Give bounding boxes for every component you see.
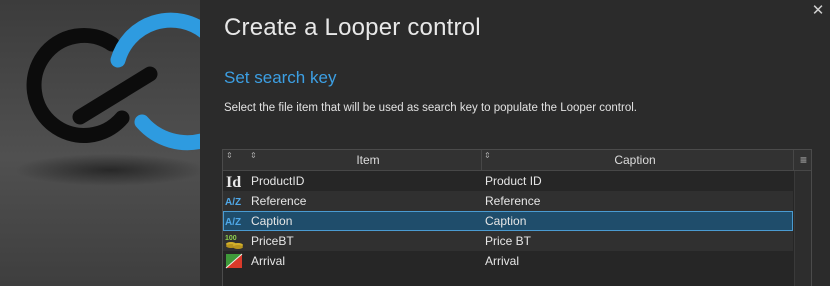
caption-cell: Product ID: [485, 174, 542, 188]
date-icon: [225, 253, 245, 269]
svg-text:Id: Id: [226, 174, 241, 189]
item-cell: PriceBT: [251, 234, 294, 248]
file-items-table[interactable]: ⇕ ⇕ Item ⇕ Caption ≡ Id ProductID Produc…: [222, 149, 812, 286]
column-divider[interactable]: [481, 150, 482, 170]
looper-illustration: [0, 0, 200, 286]
column-menu-icon[interactable]: ≡: [800, 151, 807, 169]
alpha-icon: A/Z: [225, 193, 245, 209]
column-header-item[interactable]: Item: [251, 150, 485, 170]
item-cell: Arrival: [251, 254, 286, 268]
caption-cell: Reference: [485, 194, 541, 208]
looper-logo-icon: [15, 12, 200, 186]
caption-cell: Price BT: [485, 234, 532, 248]
table-row[interactable]: Arrival Arrival: [223, 251, 793, 271]
svg-text:100: 100: [225, 235, 237, 242]
sort-icon[interactable]: ⇕: [226, 151, 233, 160]
caption-cell: Caption: [485, 214, 527, 228]
close-button[interactable]: ✕: [809, 2, 827, 20]
column-header-caption[interactable]: Caption: [485, 150, 785, 170]
item-cell: Reference: [251, 194, 307, 208]
step-title: Set search key: [224, 68, 337, 87]
item-cell: ProductID: [251, 174, 305, 188]
currency-icon: 100: [225, 233, 245, 249]
dialog-title: Create a Looper control: [224, 14, 481, 41]
id-icon: Id: [225, 173, 245, 191]
alpha-icon: A/Z: [225, 213, 245, 229]
table-row[interactable]: Id ProductID Product ID: [223, 171, 793, 191]
table-row[interactable]: 100 PriceBT Price BT: [223, 231, 793, 251]
svg-text:A/Z: A/Z: [225, 217, 241, 228]
close-icon[interactable]: ✕: [812, 2, 825, 19]
table-row[interactable]: A/Z Caption Caption: [223, 211, 793, 231]
item-cell: Caption: [251, 214, 293, 228]
create-looper-dialog: ✕ Create a Looper control Set search key…: [0, 0, 830, 286]
table-header: ⇕ ⇕ Item ⇕ Caption ≡: [223, 150, 811, 171]
vertical-scrollbar[interactable]: [794, 171, 811, 286]
step-description: Select the file item that will be used a…: [224, 102, 637, 114]
table-body: Id ProductID Product ID A/Z Reference Re…: [223, 171, 811, 271]
svg-text:A/Z: A/Z: [225, 197, 241, 208]
column-divider: [793, 150, 794, 170]
dialog-content: ✕ Create a Looper control Set search key…: [200, 0, 830, 286]
caption-cell: Arrival: [485, 254, 520, 268]
table-row[interactable]: A/Z Reference Reference: [223, 191, 793, 211]
